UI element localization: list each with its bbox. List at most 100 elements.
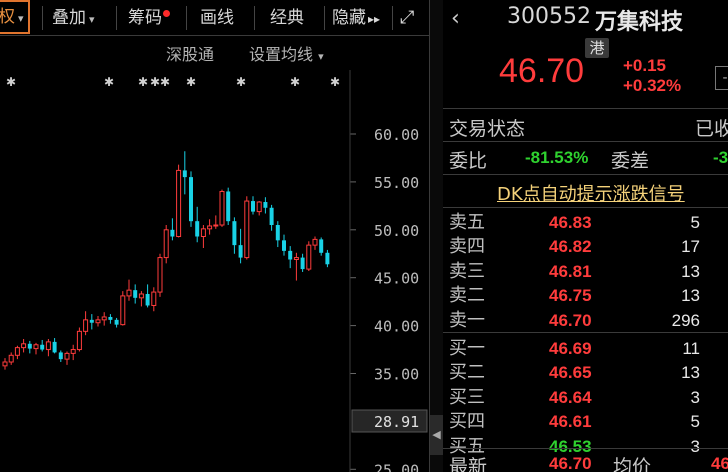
candle-body: [138, 293, 144, 299]
bid-ask-divider: [443, 332, 728, 333]
ask-price[interactable]: 46.70: [549, 310, 592, 332]
y-tick-label: 40.00: [374, 318, 419, 336]
order-ratio-value: -81.53%: [525, 148, 589, 167]
ask-level-label: 卖三: [449, 260, 485, 282]
candle-body: [325, 252, 330, 265]
ma-settings-button[interactable]: 设置均线 ▾: [249, 44, 324, 66]
bid-level-label: 买三: [449, 386, 485, 408]
bid-volume: 3: [690, 436, 700, 456]
candle-body: [244, 200, 250, 259]
ask-volume: 17: [681, 237, 700, 257]
draw-line-label: 画线: [200, 8, 234, 28]
candle-body: [232, 221, 237, 246]
toolbar-divider: [324, 6, 325, 30]
chevron-down-icon: ▾: [318, 50, 324, 63]
ask-level-label: 卖五: [449, 212, 485, 233]
candle-body: [114, 319, 119, 325]
price-change-percent: +0.32%: [623, 76, 682, 95]
overlay-label: 叠加: [52, 8, 86, 28]
candle-body: [126, 289, 132, 297]
order-diff-label: 委差: [611, 150, 650, 172]
bid-price[interactable]: 46.65: [549, 362, 592, 384]
bid-level-label: 买四: [449, 411, 485, 433]
signal-marker: ✱: [330, 75, 340, 89]
chips-button[interactable]: 筹码: [128, 0, 170, 36]
candle-body: [95, 319, 101, 324]
ask-price[interactable]: 46.81: [549, 261, 592, 283]
ask-price[interactable]: 46.83: [549, 212, 592, 234]
bid-volume: 3: [690, 387, 700, 407]
stock-code: 300552: [507, 4, 591, 29]
bid-level-label: 买一: [449, 338, 485, 359]
candle-body: [288, 250, 293, 260]
toolbar-divider: [254, 6, 255, 30]
collapse-arrow-icon: ◀: [432, 428, 441, 441]
candle-body: [195, 221, 200, 237]
signal-marker: ✱: [138, 75, 148, 89]
candle-body: [312, 238, 318, 246]
candle-body: [176, 169, 182, 238]
ask-price[interactable]: 46.82: [549, 236, 592, 258]
ask-level-label: 卖一: [449, 309, 485, 331]
divider: [443, 108, 728, 109]
candle-body: [40, 344, 45, 350]
bid-price[interactable]: 46.69: [549, 338, 592, 360]
candle-body: [8, 354, 14, 363]
ask-level-label: 卖四: [449, 236, 485, 258]
divider: [443, 141, 728, 142]
candle-body: [145, 293, 150, 306]
quote-panel: ‹ 300552 万集科技 港 46.70 +0.15 +0.32% - 交易状…: [443, 0, 728, 472]
northbound-market-label[interactable]: 深股通: [166, 44, 214, 66]
signal-marker: ✱: [150, 75, 160, 89]
ask-price[interactable]: 46.75: [549, 285, 592, 307]
candle-body: [76, 330, 82, 351]
candle-body: [170, 229, 175, 237]
candle-body: [263, 202, 268, 208]
y-tick-label: 60.00: [374, 126, 419, 144]
dk-signal-markers: ✱ ✱ ✱ ✱ ✱ ✱ ✱ ✱ ✱: [6, 75, 340, 89]
overlay-menu[interactable]: 叠加 ▾: [52, 0, 95, 36]
candle-body: [14, 347, 20, 356]
bid-price[interactable]: 46.64: [549, 387, 592, 409]
candlestick-series: [2, 151, 330, 370]
candle-body: [207, 225, 213, 230]
classic-button[interactable]: 经典: [270, 0, 304, 36]
candle-body: [45, 341, 51, 351]
candle-body: [306, 244, 312, 270]
kline-chart-svg: ✱ ✱ ✱ ✱ ✱ ✱ ✱ ✱ ✱ 60.0055.0050.0045.0040.0035.00…: [2, 70, 428, 472]
avg-price-label: 均价: [613, 456, 652, 472]
signal-marker: ✱: [236, 75, 246, 89]
order-ratio-label: 委比: [449, 150, 488, 172]
bid-volume: 5: [690, 412, 700, 432]
back-arrow-icon[interactable]: ‹: [451, 6, 460, 31]
collapse-handle[interactable]: ◀: [430, 415, 443, 455]
candle-body: [21, 343, 27, 349]
bid-price[interactable]: 46.61: [549, 411, 592, 433]
candle-body: [70, 349, 76, 354]
divider: [443, 207, 728, 208]
expand-icon[interactable]: ⤢: [400, 0, 414, 36]
candle-body: [120, 295, 126, 326]
last-price: 46.70: [499, 52, 585, 90]
signal-marker: ✱: [186, 75, 196, 89]
hide-label: 隐藏: [332, 8, 366, 28]
rights-adjust-menu[interactable]: 权 ▾: [0, 0, 30, 34]
latest-value: 46.70: [549, 454, 592, 472]
hide-button[interactable]: 隐藏 ▸▸: [332, 0, 380, 36]
candle-body: [251, 201, 255, 212]
draw-line-button[interactable]: 画线: [200, 0, 234, 36]
price-axis: 60.00 55.00 50.00 45.00 40.00 35.00 25.00 28.91: [351, 126, 428, 472]
y-tick-label: 25.00: [374, 461, 419, 472]
panel-gutter: [430, 0, 443, 472]
candle-body: [2, 361, 8, 367]
bid-volume: 13: [681, 363, 700, 383]
order-diff-value: -3: [713, 148, 728, 167]
dk-signal-link[interactable]: DK点自动提示涨跌信号: [497, 180, 685, 206]
candle-body: [238, 245, 243, 258]
kline-chart[interactable]: ✱ ✱ ✱ ✱ ✱ ✱ ✱ ✱ ✱ 60.00 55.00 50.00 45.00 40.00 35.00…: [0, 70, 430, 472]
bid-volume: 11: [682, 339, 700, 358]
candle-body: [182, 170, 187, 178]
y-tick-label: 35.00: [374, 366, 419, 384]
side-panel-button[interactable]: -: [715, 66, 728, 90]
candle-body: [226, 191, 231, 222]
